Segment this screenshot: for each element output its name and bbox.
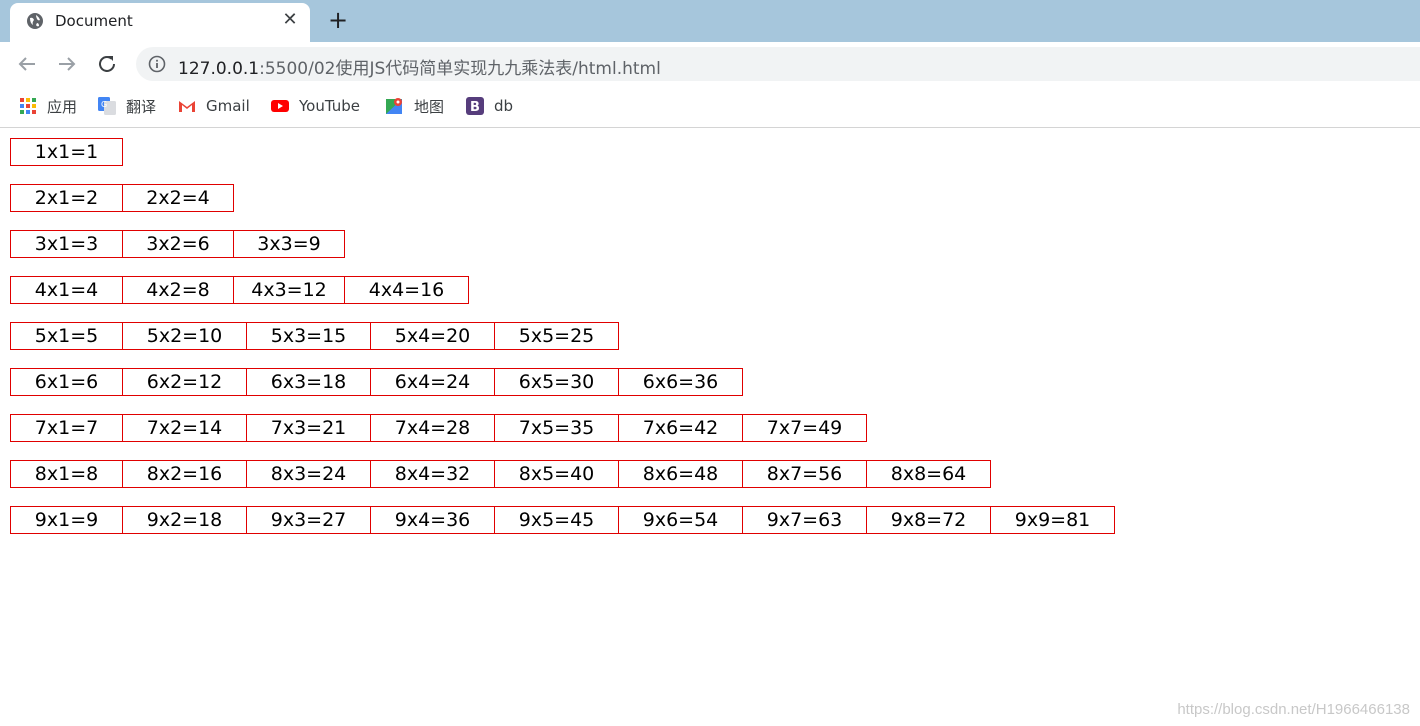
table-cell: 5x2=10	[122, 322, 247, 350]
forward-arrow-icon[interactable]	[55, 52, 79, 76]
table-cell: 3x2=6	[122, 230, 234, 258]
url-text[interactable]: 127.0.0.1:5500/02使用JS代码简单实现九九乘法表/html.ht…	[178, 54, 661, 79]
bookmark-label: YouTube	[299, 97, 360, 115]
bookmark-youtube[interactable]: YouTube	[271, 95, 360, 117]
table-cell: 8x4=32	[370, 460, 495, 488]
table-cell: 8x6=48	[618, 460, 743, 488]
table-row: 8x1=8 8x2=16 8x3=24 8x4=32 8x5=40 8x6=48 8x7=5…	[10, 460, 991, 488]
table-cell: 4x3=12	[233, 276, 345, 304]
bookmark-apps[interactable]: 应用	[19, 95, 77, 117]
table-cell: 4x2=8	[122, 276, 234, 304]
svg-text:B: B	[470, 100, 480, 115]
bootstrap-icon: B	[466, 97, 484, 115]
table-cell: 5x4=20	[370, 322, 495, 350]
tab-strip: Document ✕ +	[0, 0, 1420, 42]
svg-text:G: G	[101, 100, 107, 109]
table-row: 9x1=9 9x2=18 9x3=27 9x4=36 9x5=45 9x6=54 9x7=6…	[10, 506, 1115, 534]
reload-icon[interactable]	[95, 52, 119, 76]
table-row: 1x1=1	[10, 138, 123, 166]
table-cell: 7x4=28	[370, 414, 495, 442]
table-cell: 8x7=56	[742, 460, 867, 488]
tab-document[interactable]: Document ✕	[10, 3, 310, 42]
table-cell: 9x5=45	[494, 506, 619, 534]
table-cell: 7x3=21	[246, 414, 371, 442]
table-cell: 9x6=54	[618, 506, 743, 534]
apps-grid-icon	[20, 98, 36, 114]
table-cell: 7x6=42	[618, 414, 743, 442]
bookmark-label: Gmail	[206, 97, 250, 115]
bookmark-label: 应用	[47, 97, 78, 116]
table-cell: 6x6=36	[618, 368, 743, 396]
url-path: :5500/02使用JS代码简单实现九九乘法表/html.html	[259, 59, 661, 79]
youtube-icon	[271, 100, 289, 112]
table-cell: 6x3=18	[246, 368, 371, 396]
table-cell: 6x4=24	[370, 368, 495, 396]
bookmark-gmail[interactable]: Gmail	[178, 95, 250, 117]
table-row: 2x1=2 2x2=4	[10, 184, 234, 212]
table-cell: 9x3=27	[246, 506, 371, 534]
table-cell: 5x1=5	[10, 322, 123, 350]
tab-title: Document	[55, 12, 133, 30]
bookmark-label: 翻译	[126, 97, 157, 116]
bookmark-db[interactable]: B db	[466, 95, 513, 117]
toolbar: 127.0.0.1:5500/02使用JS代码简单实现九九乘法表/html.ht…	[0, 42, 1420, 87]
table-cell: 2x1=2	[10, 184, 123, 212]
table-cell: 4x4=16	[344, 276, 469, 304]
table-cell: 8x2=16	[122, 460, 247, 488]
table-cell: 9x1=9	[10, 506, 123, 534]
table-cell: 9x4=36	[370, 506, 495, 534]
url-host: 127.0.0.1	[178, 59, 260, 79]
gmail-icon	[179, 101, 195, 112]
site-info-icon[interactable]	[148, 55, 166, 73]
table-cell: 3x1=3	[10, 230, 123, 258]
table-cell: 9x7=63	[742, 506, 867, 534]
table-cell: 5x3=15	[246, 322, 371, 350]
back-arrow-icon[interactable]	[15, 52, 39, 76]
table-cell: 6x1=6	[10, 368, 123, 396]
table-cell: 7x7=49	[742, 414, 867, 442]
maps-icon	[386, 98, 402, 114]
bookmark-label: db	[494, 97, 514, 115]
table-cell: 9x9=81	[990, 506, 1115, 534]
globe-icon	[27, 13, 43, 29]
table-cell: 5x5=25	[494, 322, 619, 350]
table-cell: 6x5=30	[494, 368, 619, 396]
table-cell: 3x3=9	[233, 230, 345, 258]
table-cell: 9x8=72	[866, 506, 991, 534]
new-tab-button[interactable]: +	[326, 8, 350, 33]
table-row: 3x1=3 3x2=6 3x3=9	[10, 230, 345, 258]
table-cell: 7x1=7	[10, 414, 123, 442]
table-cell: 8x3=24	[246, 460, 371, 488]
table-cell: 8x8=64	[866, 460, 991, 488]
table-row: 4x1=4 4x2=8 4x3=12 4x4=16	[10, 276, 469, 304]
table-cell: 8x5=40	[494, 460, 619, 488]
table-row: 7x1=7 7x2=14 7x3=21 7x4=28 7x5=35 7x6=42 7x7=4…	[10, 414, 867, 442]
table-cell: 2x2=4	[122, 184, 234, 212]
table-cell: 1x1=1	[10, 138, 123, 166]
bookmark-maps[interactable]: 地图	[386, 95, 444, 117]
bookmark-label: 地图	[414, 97, 445, 116]
table-cell: 7x2=14	[122, 414, 247, 442]
table-cell: 9x2=18	[122, 506, 247, 534]
table-cell: 6x2=12	[122, 368, 247, 396]
bookmarks-bar: 应用 G 翻译 Gmail YouTube 地图 B db	[0, 87, 1420, 128]
table-cell: 4x1=4	[10, 276, 123, 304]
page-content: 1x1=1 2x1=2 2x2=4 3x1=3 3x2=6 3x3=9 4x1=4 4x2=8…	[0, 129, 1420, 726]
close-tab-icon[interactable]: ✕	[280, 10, 300, 30]
table-cell: 8x1=8	[10, 460, 123, 488]
address-bar[interactable]: 127.0.0.1:5500/02使用JS代码简单实现九九乘法表/html.ht…	[136, 47, 1420, 81]
table-cell: 7x5=35	[494, 414, 619, 442]
google-translate-icon: G	[98, 97, 116, 115]
table-row: 5x1=5 5x2=10 5x3=15 5x4=20 5x5=25	[10, 322, 619, 350]
watermark: https://blog.csdn.net/H1966466138	[1177, 701, 1410, 718]
browser-chrome: Document ✕ + 127.0.0.1:5500/02使用JS代码简单实现…	[0, 0, 1420, 128]
bookmark-translate[interactable]: G 翻译	[98, 95, 156, 117]
table-row: 6x1=6 6x2=12 6x3=18 6x4=24 6x5=30 6x6=36	[10, 368, 743, 396]
